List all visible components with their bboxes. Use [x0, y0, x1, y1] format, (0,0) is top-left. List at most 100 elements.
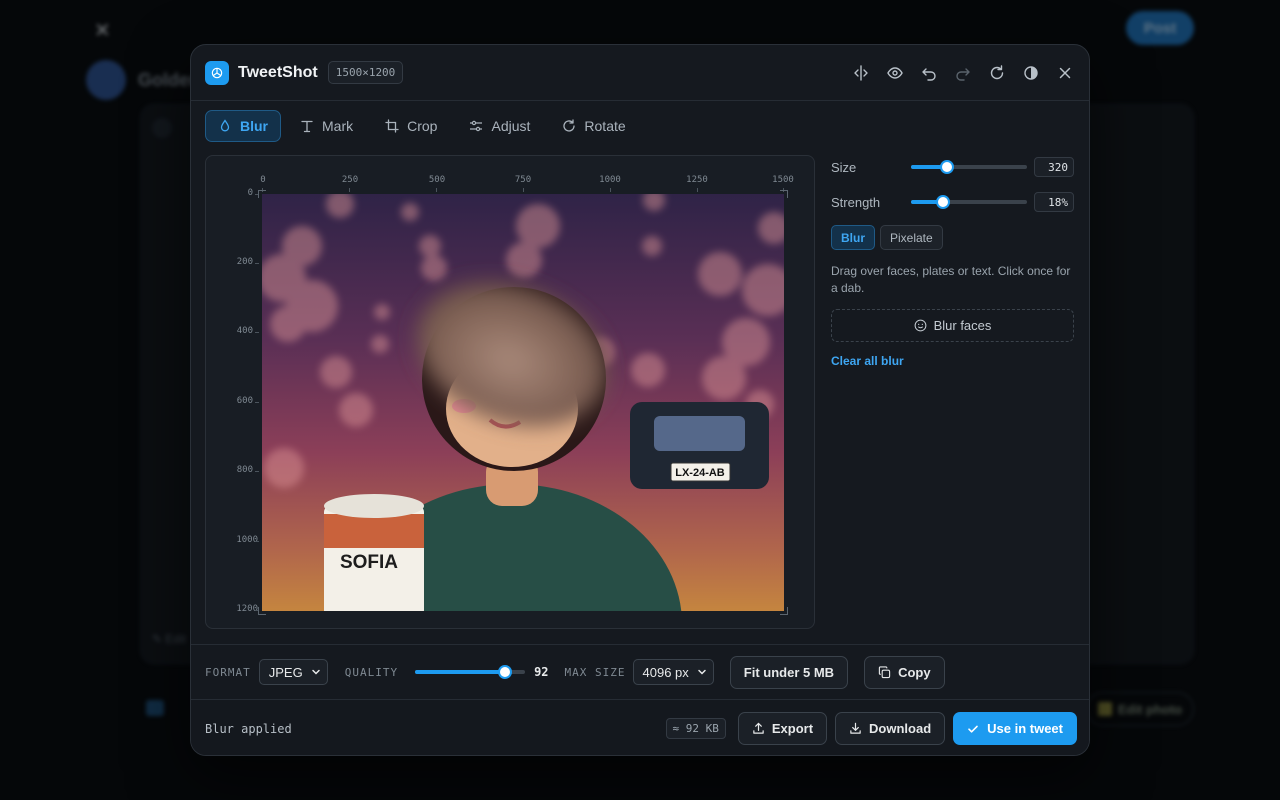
fit-under-5mb-label: Fit under 5 MB	[743, 664, 835, 680]
status-text: Blur applied	[205, 721, 292, 736]
tab-mark[interactable]: Mark	[287, 110, 366, 142]
chevron-down-icon	[698, 669, 706, 675]
tab-rotate[interactable]: Rotate	[549, 110, 638, 142]
mode-blur-button[interactable]: Blur	[831, 225, 875, 250]
blur-faces-button[interactable]: Blur faces	[831, 309, 1074, 342]
ruler-y-label: 600	[236, 396, 253, 406]
crop-icon	[385, 119, 399, 133]
background-card-close-icon	[152, 118, 172, 138]
modal-header: TweetShot 1500×1200	[191, 45, 1089, 101]
size-control: Size 320	[831, 155, 1074, 179]
image-dimensions-badge: 1500×1200	[327, 61, 404, 84]
format-select-value: JPEG	[268, 664, 303, 680]
undo-icon[interactable]	[919, 63, 939, 83]
background-close-icon: ✕	[94, 20, 111, 42]
reset-icon[interactable]	[987, 63, 1007, 83]
tab-adjust[interactable]: Adjust	[456, 110, 543, 142]
blur-hint-text: Drag over faces, plates or text. Click o…	[831, 264, 1071, 295]
size-value-input[interactable]: 320	[1034, 157, 1074, 177]
download-label: Download	[869, 721, 932, 736]
size-slider[interactable]	[911, 160, 1027, 174]
format-select[interactable]: JPEG	[258, 659, 328, 685]
tab-mark-label: Mark	[322, 118, 354, 134]
cup-name-text: SOFIA	[340, 552, 398, 573]
strength-slider-thumb[interactable]	[936, 195, 951, 209]
clear-all-blur-link[interactable]: Clear all blur	[831, 354, 1074, 368]
quality-slider[interactable]	[415, 665, 526, 679]
copy-icon	[878, 665, 891, 678]
export-button[interactable]: Export	[737, 712, 828, 745]
photo-illustration: LX-24-AB SOFIA	[262, 194, 784, 611]
tab-adjust-label: Adjust	[491, 118, 531, 134]
image-canvas[interactable]: 0 250 500 750 1000 1250 1500 0 200 400 6…	[205, 155, 815, 629]
chevron-down-icon	[311, 669, 320, 675]
max-size-label: MAX SIZE	[564, 665, 626, 679]
ruler-y-label: 400	[236, 326, 253, 336]
use-in-tweet-label: Use in tweet	[987, 721, 1063, 736]
ruler-y-label: 0	[247, 188, 253, 198]
ruler-y-label: 1200	[236, 604, 258, 614]
copy-label: Copy	[898, 664, 931, 680]
tab-crop[interactable]: Crop	[372, 110, 450, 142]
blur-mode-toggle: Blur Pixelate	[831, 225, 1074, 250]
editor-modal: TweetShot 1500×1200 Blur Mark Crop Adjus…	[190, 44, 1090, 756]
contrast-icon[interactable]	[1021, 63, 1041, 83]
background-media-icon	[146, 700, 164, 716]
redo-icon[interactable]	[953, 63, 973, 83]
app-title: TweetShot	[238, 63, 318, 81]
strength-slider[interactable]	[911, 195, 1027, 209]
export-options-bar: FORMAT JPEG QUALITY 92 MAX SIZE 4096 px …	[191, 644, 1089, 699]
preview-icon[interactable]	[885, 63, 905, 83]
tab-blur[interactable]: Blur	[205, 110, 281, 142]
quality-value: 92	[534, 665, 549, 679]
background-avatar	[86, 60, 126, 100]
use-in-tweet-button[interactable]: Use in tweet	[953, 712, 1077, 745]
tab-blur-label: Blur	[240, 118, 268, 134]
format-label: FORMAT	[205, 665, 251, 679]
app-logo-icon	[205, 60, 229, 85]
tab-crop-label: Crop	[407, 118, 438, 134]
ruler-x-label: 1000	[599, 175, 621, 185]
ruler-x-label: 1500	[772, 175, 794, 185]
ruler-x-label: 500	[428, 175, 446, 185]
quality-slider-thumb[interactable]	[498, 665, 513, 679]
quality-label: QUALITY	[344, 665, 399, 679]
ruler-y-label: 200	[236, 257, 253, 267]
blur-settings-panel: Size 320 Strength 18% Blur Pixelate Drag…	[831, 155, 1074, 368]
photo-preview[interactable]: LX-24-AB SOFIA	[262, 194, 784, 611]
ruler-y-label: 800	[236, 465, 253, 475]
strength-control: Strength 18%	[831, 190, 1074, 214]
ruler-y-label: 1000	[236, 535, 258, 545]
tool-tabs: Blur Mark Crop Adjust Rotate	[205, 110, 639, 142]
check-icon	[968, 725, 978, 733]
download-icon	[850, 722, 861, 734]
size-label: Size	[831, 159, 857, 175]
max-size-select-value: 4096 px	[642, 664, 689, 680]
download-button[interactable]: Download	[835, 712, 946, 745]
droplet-icon	[220, 119, 230, 132]
max-size-select[interactable]: 4096 px	[632, 659, 714, 685]
strength-label: Strength	[831, 194, 881, 210]
strength-value-input[interactable]: 18%	[1034, 192, 1074, 212]
size-slider-thumb[interactable]	[939, 160, 954, 174]
smiley-icon	[914, 319, 926, 332]
ruler-x-label: 0	[260, 175, 266, 185]
sliders-icon	[470, 120, 483, 132]
close-icon[interactable]	[1055, 63, 1075, 83]
blur-faces-label: Blur faces	[933, 318, 992, 333]
file-size-estimate: ≈ 92 KB	[665, 718, 726, 739]
fit-under-5mb-button[interactable]: Fit under 5 MB	[729, 655, 849, 689]
background-edit-photo-button: Edit photo	[1086, 692, 1194, 726]
upload-icon	[753, 722, 764, 734]
copy-button[interactable]: Copy	[864, 655, 945, 689]
compare-icon[interactable]	[851, 63, 871, 83]
ruler-x-label: 250	[341, 175, 359, 185]
background-post-button: Post	[1126, 11, 1194, 45]
rotate-icon	[563, 119, 576, 132]
modal-footer: Blur applied ≈ 92 KB Export Download Use…	[191, 699, 1089, 755]
ruler-x-label: 750	[514, 175, 532, 185]
ruler-x-label: 1250	[686, 175, 708, 185]
export-label: Export	[771, 721, 814, 736]
tab-rotate-label: Rotate	[584, 118, 626, 134]
mode-pixelate-button[interactable]: Pixelate	[880, 225, 943, 250]
